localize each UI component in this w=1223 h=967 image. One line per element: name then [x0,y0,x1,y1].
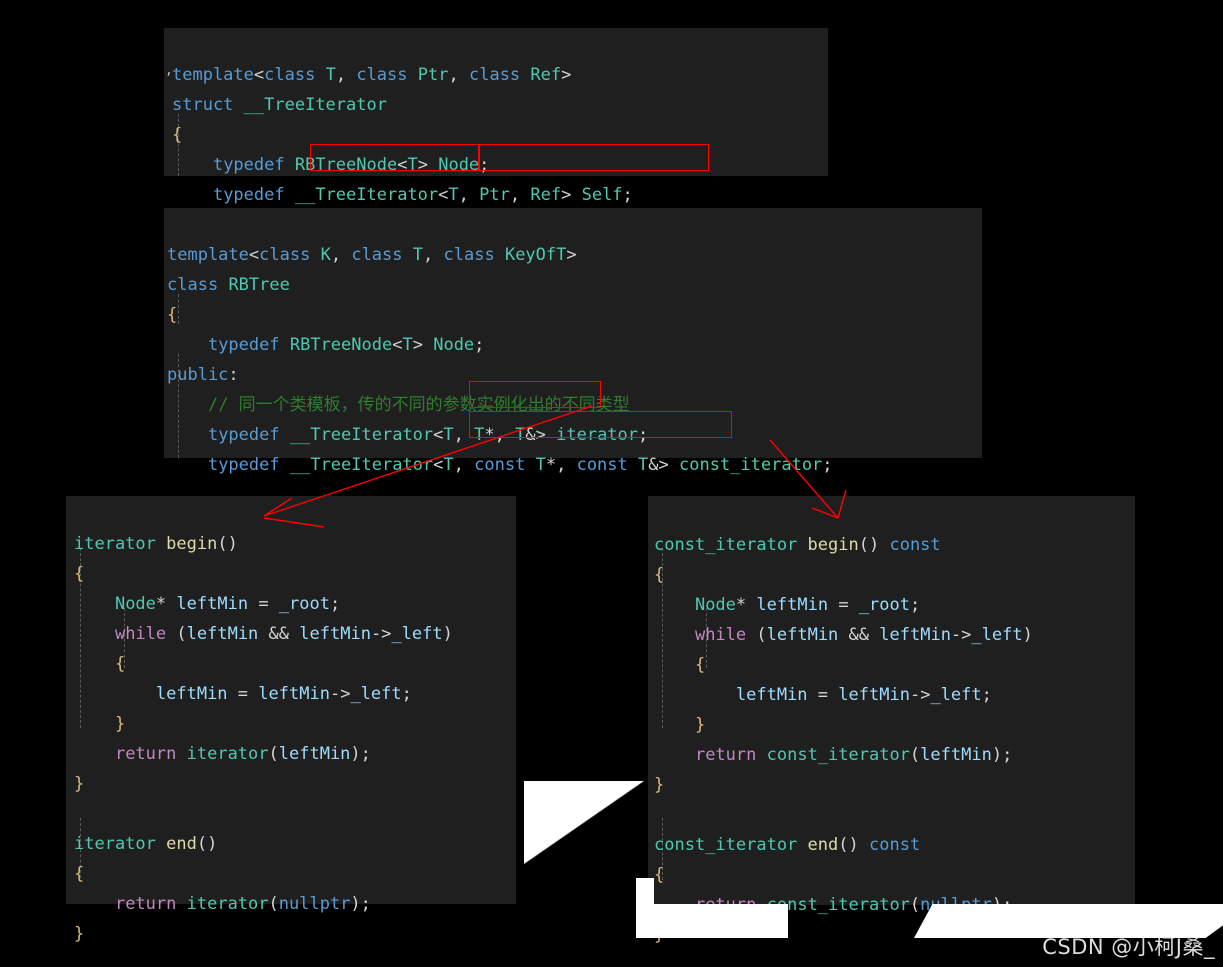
caret-marker: ‚ [165,63,173,78]
code-line: leftMin = leftMin->_left; [735,685,992,705]
code-line: template<class K, class T, class KeyOfT> [167,245,577,265]
panel-tree-iterator: template<class T, class Ptr, class Ref> s… [164,28,828,205]
code-line: iterator begin() [74,534,238,554]
code-line: typedef __TreeIterator<T, Ptr, Ref> Self… [212,185,633,205]
code-line: return iterator(leftMin); [114,744,371,764]
code-line: while (leftMin && leftMin->_left) [114,624,453,644]
code-line: } [74,924,85,944]
code-line: { [114,654,126,674]
code-rbtree: template<class K, class T, class KeyOfT>… [167,210,833,540]
comment-line: // 同一个类模板，传的不同的参数实例化出的不同类型 [207,395,630,415]
code-line: typedef RBTreeNode<T> Node; [212,155,490,175]
code-line: template<class T, class Ptr, class Ref> [172,65,572,85]
code-line: { [172,125,183,145]
panel-rbtree: template<class K, class T, class KeyOfT>… [164,208,982,475]
code-line: return const_iterator(leftMin); [694,745,1013,765]
code-line: leftMin = leftMin->_left; [155,684,412,704]
code-line: { [654,565,665,585]
code-line: struct __TreeIterator [172,95,387,115]
code-line: const_iterator end() const [654,835,921,855]
code-const-begin-end: const_iterator begin() const { Node* left… [654,500,1033,967]
code-line: } [114,714,126,734]
code-line: return iterator(nullptr); [114,894,371,914]
code-line: typedef RBTreeNode<T> Node; [207,335,485,355]
code-line: typedef __TreeIterator<T, T*, T&> iterat… [207,425,649,445]
code-line: while (leftMin && leftMin->_left) [694,625,1033,645]
code-line: public: [167,365,239,385]
code-line: } [654,775,665,795]
screenshot-root: template<class T, class Ptr, class Ref> s… [0,0,1223,967]
code-line: { [694,655,706,675]
code-begin-end: iterator begin() { Node* leftMin = _root;… [74,499,453,967]
code-line: { [74,564,85,584]
code-line: { [74,864,85,884]
artifact-rect-wide [636,904,788,938]
artifact-triangle [524,781,644,864]
panel-begin-end: iterator begin() { Node* leftMin = _root;… [66,496,516,944]
artifact-rect-left [636,878,654,904]
code-line: Node* leftMin = _root; [114,594,341,614]
watermark-text: CSDN @小柯J桑_ [1042,935,1215,959]
code-line: const_iterator begin() const [654,535,941,555]
code-line: } [74,774,85,794]
code-line: typedef __TreeIterator<T, const T*, cons… [207,455,833,475]
code-line: class RBTree [167,275,290,295]
code-line: Node* leftMin = _root; [694,595,921,615]
panel-const-begin-end: const_iterator begin() const { Node* left… [648,496,1135,945]
code-line: { [654,865,665,885]
code-line: { [167,305,178,325]
code-line: iterator end() [74,834,218,854]
code-line: } [694,715,706,735]
